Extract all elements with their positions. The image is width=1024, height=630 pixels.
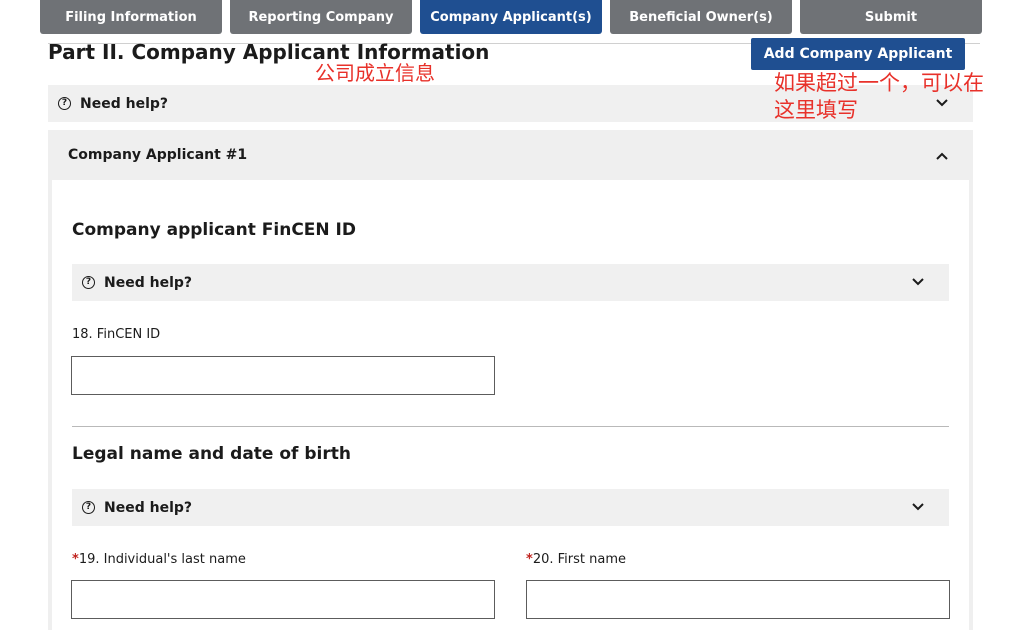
first-name-input[interactable] (526, 580, 950, 619)
need-help-label: Need help? (104, 274, 193, 291)
need-help-accordion-legal-name[interactable]: ? Need help? (72, 489, 949, 526)
need-help-label: Need help? (104, 499, 193, 516)
legal-name-section-heading: Legal name and date of birth (72, 444, 351, 464)
company-applicant-card-header[interactable]: Company Applicant #1 (48, 130, 973, 180)
annotation-button-note-line2: 这里填写 (774, 98, 858, 122)
card-title: Company Applicant #1 (68, 147, 248, 163)
company-applicant-card: Company Applicant #1 Company applicant F… (48, 130, 973, 630)
tab-reporting-company[interactable]: Reporting Company (230, 0, 412, 34)
last-name-input[interactable] (71, 580, 495, 619)
annotation-title-note: 公司成立信息 (315, 61, 435, 85)
add-company-applicant-button[interactable]: Add Company Applicant (751, 38, 965, 70)
required-asterisk: * (526, 552, 533, 567)
chevron-up-icon (936, 152, 948, 160)
tab-filing-information[interactable]: Filing Information (40, 0, 222, 34)
need-help-label: Need help? (80, 95, 169, 112)
tab-company-applicants[interactable]: Company Applicant(s) (420, 0, 602, 34)
required-asterisk: * (72, 552, 79, 567)
question-circle-icon: ? (82, 276, 95, 289)
need-help-accordion-fincen[interactable]: ? Need help? (72, 264, 949, 301)
annotation-button-note-line1: 如果超过一个，可以在 (774, 71, 984, 95)
fincen-section-heading: Company applicant FinCEN ID (72, 220, 356, 240)
question-circle-icon: ? (58, 97, 71, 110)
step-tabs: Filing Information Reporting Company Com… (40, 0, 982, 34)
section-divider (72, 426, 949, 427)
first-name-label: *20. First name (526, 552, 626, 567)
first-name-label-text: 20. First name (532, 552, 626, 567)
chevron-down-icon (936, 99, 948, 107)
fincen-id-label: 18. FinCEN ID (72, 327, 161, 342)
tab-submit[interactable]: Submit (800, 0, 982, 34)
question-circle-icon: ? (82, 501, 95, 514)
tab-beneficial-owners[interactable]: Beneficial Owner(s) (610, 0, 792, 34)
fincen-id-input[interactable] (71, 356, 495, 395)
chevron-down-icon (912, 503, 924, 511)
last-name-label: *19. Individual's last name (72, 552, 246, 567)
chevron-down-icon (912, 278, 924, 286)
last-name-label-text: 19. Individual's last name (78, 552, 246, 567)
company-applicant-card-body: Company applicant FinCEN ID ? Need help?… (52, 180, 969, 630)
